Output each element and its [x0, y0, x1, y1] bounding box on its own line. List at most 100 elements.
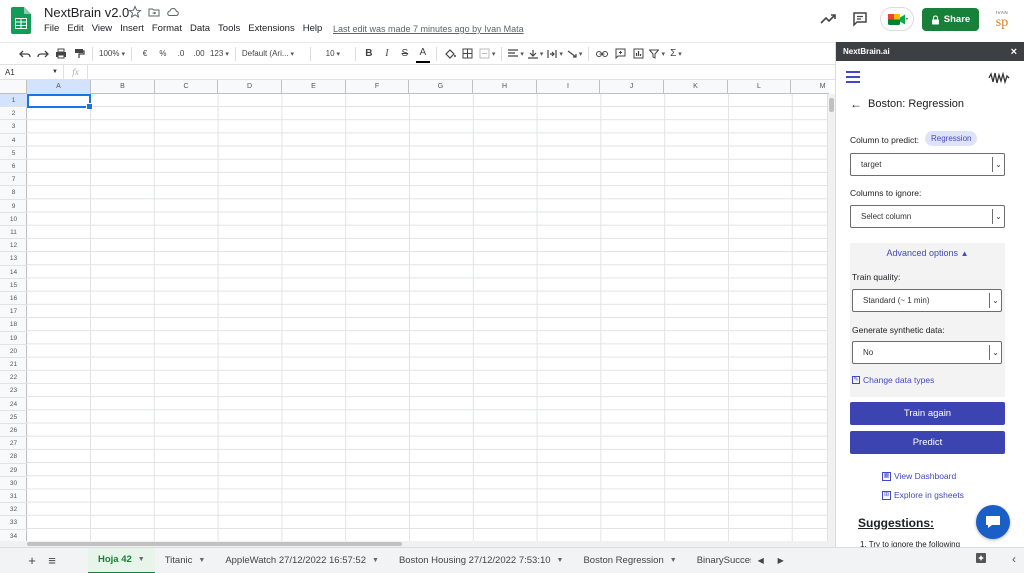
- name-box[interactable]: A1 ▼: [0, 65, 64, 79]
- horizontal-align-icon[interactable]: [508, 45, 524, 63]
- vertical-align-icon[interactable]: [527, 45, 544, 63]
- column-header[interactable]: G: [409, 80, 473, 94]
- row-header[interactable]: 1: [0, 94, 27, 108]
- account-avatar[interactable]: IVAN SP: [990, 9, 1014, 33]
- column-header[interactable]: H: [473, 80, 537, 94]
- predict-button[interactable]: Predict: [850, 431, 1005, 454]
- text-color-button[interactable]: A: [415, 45, 430, 63]
- font-select[interactable]: Default (Ari...: [242, 45, 304, 63]
- row-header[interactable]: 27: [0, 437, 27, 451]
- chevron-down-icon[interactable]: ▼: [138, 556, 145, 563]
- menu-help[interactable]: Help: [303, 23, 323, 34]
- column-header[interactable]: F: [346, 80, 409, 94]
- close-icon[interactable]: ×: [1011, 46, 1017, 58]
- row-header[interactable]: 29: [0, 464, 27, 477]
- row-header[interactable]: 17: [0, 305, 27, 319]
- paint-format-icon[interactable]: [72, 45, 86, 63]
- share-button[interactable]: Share: [922, 8, 979, 31]
- row-header[interactable]: 32: [0, 503, 27, 517]
- column-header[interactable]: C: [155, 80, 218, 94]
- change-data-types-link[interactable]: ✎ Change data types: [852, 375, 934, 385]
- cloud-status-icon[interactable]: [166, 5, 180, 19]
- column-header[interactable]: B: [91, 80, 155, 94]
- insert-link-icon[interactable]: [595, 45, 609, 63]
- sheet-tab[interactable]: Hoja 42 ▼: [88, 547, 155, 573]
- document-title[interactable]: NextBrain v2.0: [44, 5, 129, 20]
- insert-chart-icon[interactable]: [631, 45, 645, 63]
- row-header[interactable]: 23: [0, 384, 27, 398]
- chevron-down-icon[interactable]: ▼: [557, 557, 564, 564]
- row-header[interactable]: 13: [0, 252, 27, 266]
- menu-edit[interactable]: Edit: [67, 23, 83, 34]
- scroll-tabs-left-icon[interactable]: ◀: [751, 556, 771, 565]
- synthetic-data-select[interactable]: No ⌄: [852, 341, 1002, 364]
- row-header[interactable]: 34: [0, 530, 27, 541]
- column-to-predict-select[interactable]: target ⌄: [850, 153, 1005, 176]
- functions-button[interactable]: Σ: [669, 45, 683, 63]
- row-header[interactable]: 19: [0, 332, 27, 345]
- column-header[interactable]: D: [218, 80, 282, 94]
- row-header[interactable]: 11: [0, 226, 27, 240]
- star-icon[interactable]: [128, 5, 142, 19]
- explore-icon[interactable]: [975, 552, 987, 567]
- print-icon[interactable]: [54, 45, 68, 63]
- row-header[interactable]: 22: [0, 371, 27, 385]
- row-header[interactable]: 18: [0, 318, 27, 332]
- row-header[interactable]: 31: [0, 490, 27, 504]
- sheet-tab[interactable]: AppleWatch 27/12/2022 16:57:52 ▼: [215, 548, 389, 573]
- row-header[interactable]: 21: [0, 358, 27, 372]
- formula-input[interactable]: [88, 65, 835, 79]
- chevron-down-icon[interactable]: ▼: [198, 557, 205, 564]
- filter-icon[interactable]: [649, 45, 665, 63]
- italic-button[interactable]: I: [380, 45, 394, 63]
- row-header[interactable]: 5: [0, 147, 27, 160]
- row-header[interactable]: 2: [0, 107, 27, 121]
- vertical-scrollbar[interactable]: [827, 94, 835, 541]
- column-header[interactable]: M: [791, 80, 829, 94]
- text-rotation-icon[interactable]: [567, 45, 583, 63]
- column-header[interactable]: E: [282, 80, 346, 94]
- currency-button[interactable]: €: [138, 45, 152, 63]
- zoom-select[interactable]: 100%: [99, 45, 125, 63]
- strikethrough-button[interactable]: S: [398, 45, 412, 63]
- hamburger-menu-icon[interactable]: [846, 71, 860, 83]
- column-header[interactable]: K: [664, 80, 728, 94]
- row-header[interactable]: 7: [0, 173, 27, 187]
- sheet-tab[interactable]: Titanic ▼: [155, 548, 216, 573]
- menu-tools[interactable]: Tools: [218, 23, 240, 34]
- menu-view[interactable]: View: [92, 23, 112, 34]
- row-header[interactable]: 30: [0, 477, 27, 490]
- menu-format[interactable]: Format: [152, 23, 182, 34]
- row-header[interactable]: 12: [0, 239, 27, 253]
- menu-insert[interactable]: Insert: [120, 23, 144, 34]
- view-dashboard-link[interactable]: ▦ View Dashboard: [882, 471, 956, 481]
- redo-icon[interactable]: [36, 45, 50, 63]
- sheet-tab[interactable]: BinarySuccess: [687, 548, 751, 573]
- row-header[interactable]: 28: [0, 450, 27, 464]
- collapse-side-panel-icon[interactable]: ‹: [1012, 552, 1016, 567]
- text-wrap-icon[interactable]: [547, 45, 563, 63]
- fill-color-icon[interactable]: [443, 45, 457, 63]
- merge-cells-icon[interactable]: [479, 45, 496, 63]
- trending-icon[interactable]: [819, 10, 837, 28]
- row-header[interactable]: 6: [0, 160, 27, 174]
- chevron-down-icon[interactable]: ▼: [372, 557, 379, 564]
- columns-to-ignore-select[interactable]: Select column ⌄: [850, 205, 1005, 228]
- last-edit-link[interactable]: Last edit was made 7 minutes ago by Ivan…: [333, 24, 524, 34]
- row-header[interactable]: 9: [0, 200, 27, 213]
- row-header[interactable]: 20: [0, 345, 27, 358]
- column-header[interactable]: J: [600, 80, 664, 94]
- back-arrow-icon[interactable]: ←: [850, 97, 862, 111]
- undo-icon[interactable]: [18, 45, 32, 63]
- row-header[interactable]: 10: [0, 213, 27, 226]
- column-header[interactable]: A: [27, 80, 91, 94]
- row-header[interactable]: 24: [0, 398, 27, 411]
- row-header[interactable]: 3: [0, 120, 27, 134]
- chat-button[interactable]: [976, 505, 1010, 539]
- menu-data[interactable]: Data: [190, 23, 210, 34]
- insert-comment-icon[interactable]: [613, 45, 627, 63]
- chevron-down-icon[interactable]: ▼: [670, 557, 677, 564]
- menu-file[interactable]: File: [44, 23, 59, 34]
- scrollbar-thumb[interactable]: [27, 542, 402, 546]
- all-sheets-button[interactable]: ≡: [42, 553, 62, 568]
